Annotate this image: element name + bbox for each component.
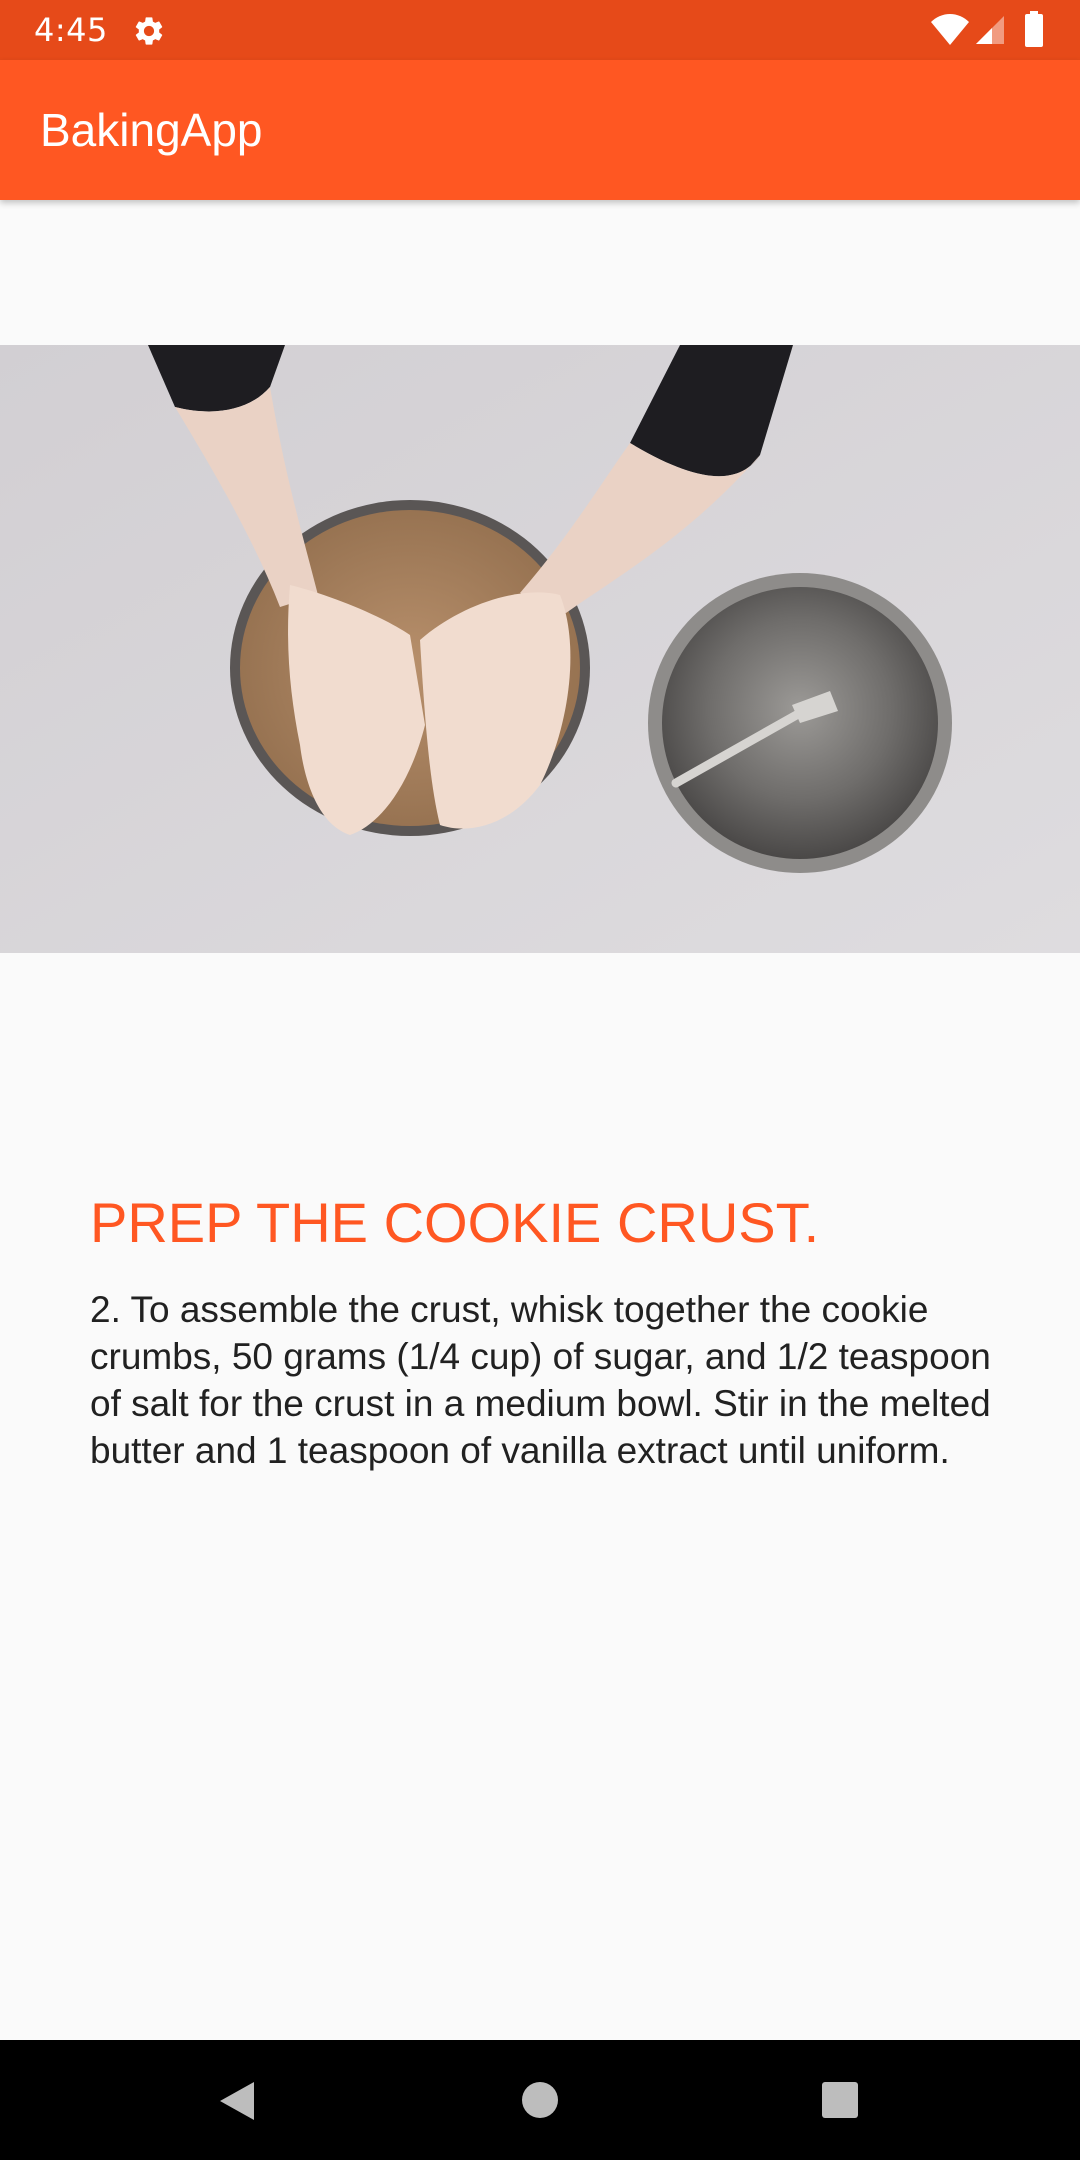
step-short-description: PREP THE COOKIE CRUST. [90,1191,820,1254]
wifi-icon [931,14,969,45]
navigation-bar [0,2040,1080,2160]
step-description: 2. To assemble the crust, whisk together… [90,1289,991,1471]
app-title: BakingApp [40,104,263,156]
home-icon[interactable] [522,2082,558,2118]
video-frame-image [0,345,1080,953]
recents-icon[interactable] [822,2082,858,2118]
cell-signal-icon [976,16,1004,44]
battery-icon [1025,11,1043,47]
status-time: 4:45 [34,11,108,49]
video-player[interactable] [0,345,1080,953]
back-icon[interactable] [218,2080,256,2122]
gear-icon [135,17,163,45]
status-bar: 4:45 [0,0,1080,60]
app-bar: BakingApp [0,60,1080,200]
